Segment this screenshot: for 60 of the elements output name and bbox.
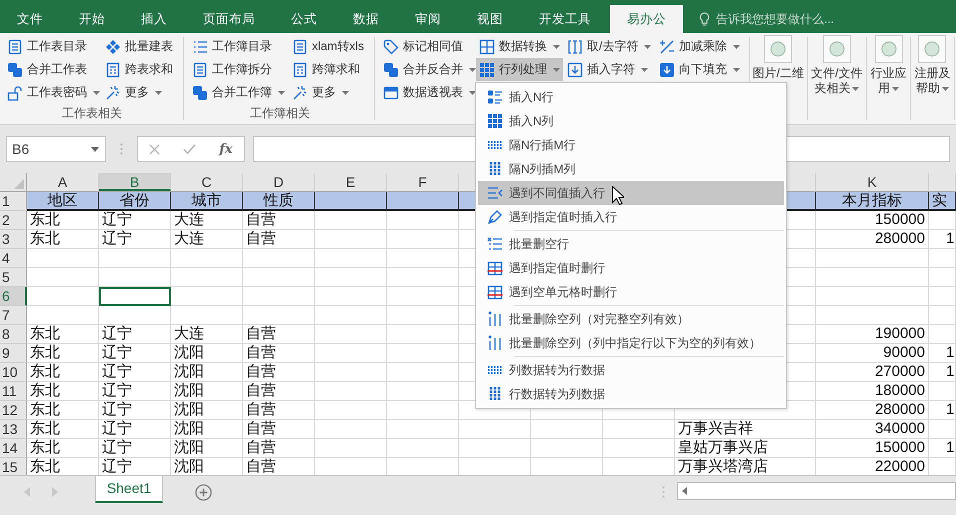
- table-cell: 1: [929, 439, 956, 458]
- table-cell: 大连: [171, 211, 243, 230]
- table-cell: 180000: [816, 382, 929, 401]
- table-cell: 自营: [243, 211, 315, 230]
- header-cell: 省份: [99, 192, 171, 211]
- table-cell: 东北: [27, 325, 99, 344]
- table-cell: 自营: [243, 230, 315, 249]
- group-label: 工作簿相关: [248, 105, 311, 122]
- table-cell: 沈阳: [171, 382, 243, 401]
- table-cell: 辽宁: [99, 382, 171, 401]
- table-cell: 辽宁: [99, 420, 171, 439]
- header-cell: 性质: [243, 192, 315, 211]
- table-cell: 自营: [243, 363, 315, 382]
- table-cell: 沈阳: [171, 420, 243, 439]
- table-cell: 1: [929, 344, 956, 363]
- table-cell: 东北: [27, 230, 99, 249]
- table-cell: 270000: [816, 363, 929, 382]
- table-cell: 1: [929, 230, 956, 249]
- table-cell: 150000: [816, 439, 929, 458]
- group-label: 工作表相关: [61, 105, 123, 122]
- header-cell: 城市: [171, 192, 243, 211]
- table-cell: 沈阳: [171, 401, 243, 420]
- table-cell: 辽宁: [99, 325, 171, 344]
- table-cell: 280000: [816, 230, 929, 249]
- table-cell: 辽宁: [99, 230, 171, 249]
- table-cell: 东北: [27, 382, 99, 401]
- table-cell: 大连: [171, 325, 243, 344]
- table-cell: 150000: [816, 211, 929, 230]
- table-cell: 90000: [816, 344, 929, 363]
- table-cell: 东北: [27, 344, 99, 363]
- table-cell: 万事兴吉祥: [675, 420, 816, 439]
- table-cell: 1: [929, 363, 956, 382]
- header-cell: 实: [929, 192, 956, 211]
- table-cell: 190000: [816, 325, 929, 344]
- table-cell: 辽宁: [99, 211, 171, 230]
- header-cell: 地区: [27, 192, 99, 211]
- table-cell: 东北: [27, 420, 99, 439]
- table-cell: 沈阳: [171, 363, 243, 382]
- table-cell: 1: [929, 401, 956, 420]
- table-cell: 东北: [27, 211, 99, 230]
- table-cell: 自营: [243, 344, 315, 363]
- table-cell: 340000: [816, 420, 929, 439]
- table-cell: 自营: [243, 401, 315, 420]
- table-cell: 自营: [243, 325, 315, 344]
- table-cell: 沈阳: [171, 344, 243, 363]
- table-cell: 辽宁: [99, 363, 171, 382]
- table-cell: 自营: [243, 382, 315, 401]
- table-cell: 东北: [27, 439, 99, 458]
- table-cell: 自营: [243, 420, 315, 439]
- table-cell: 辽宁: [99, 344, 171, 363]
- table-cell: 东北: [27, 401, 99, 420]
- table-cell: 辽宁: [99, 401, 171, 420]
- table-cell: 辽宁: [99, 439, 171, 458]
- table-cell: 东北: [27, 363, 99, 382]
- table-cell: 自营: [243, 439, 315, 458]
- table-cell: 大连: [171, 230, 243, 249]
- table-cell: 沈阳: [171, 439, 243, 458]
- table-cell: 皇姑万事兴店: [675, 439, 816, 458]
- table-cell: 280000: [816, 401, 929, 420]
- header-cell: 本月指标: [816, 192, 929, 211]
